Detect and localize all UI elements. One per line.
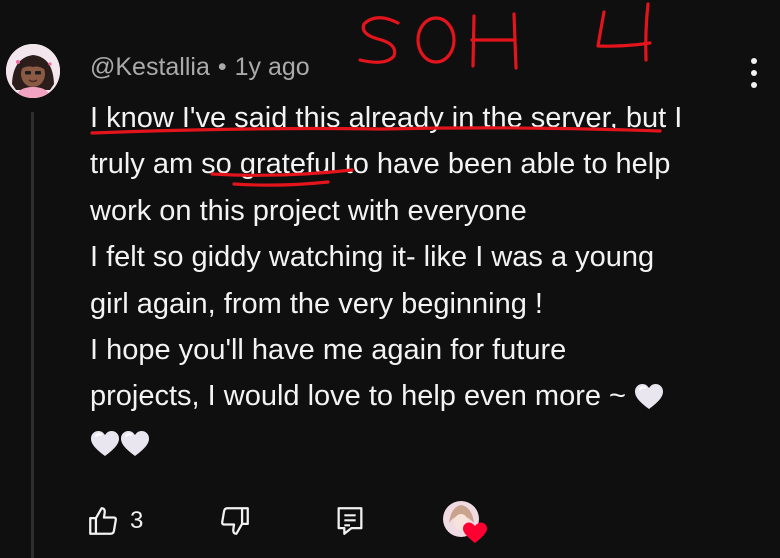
emoji-line bbox=[90, 420, 770, 466]
white-heart-icon bbox=[120, 430, 150, 458]
author-name[interactable]: @Kestallia bbox=[90, 53, 210, 82]
comment-line: I know I've said this already in the ser… bbox=[90, 102, 683, 134]
comment-line: truly am so grateful to have been able t… bbox=[90, 148, 671, 181]
thread-line bbox=[31, 112, 34, 558]
white-heart-icon bbox=[634, 383, 664, 411]
comment-line: I hope you'll have me again for future bbox=[90, 333, 567, 366]
dislike-button[interactable] bbox=[218, 500, 252, 542]
creator-heart-icon[interactable] bbox=[441, 499, 493, 547]
thumbs-up-icon bbox=[89, 507, 117, 535]
comment-line: I felt so giddy watching it- like I was … bbox=[90, 241, 655, 274]
thumbs-down-icon bbox=[221, 507, 249, 535]
white-heart-icon bbox=[90, 430, 120, 458]
avatar[interactable] bbox=[6, 44, 60, 98]
like-count: 3 bbox=[130, 507, 144, 534]
reply-icon bbox=[337, 507, 363, 535]
reply-button[interactable] bbox=[333, 500, 367, 542]
separator-dot: • bbox=[217, 52, 227, 81]
comment-line-last: projects, I would love to help even more… bbox=[90, 373, 770, 419]
comment-line: girl again, from the very beginning ! bbox=[90, 287, 543, 320]
comment-line: projects, I would love to help even more… bbox=[90, 380, 626, 413]
comment-line: work on this project with everyone bbox=[90, 194, 527, 227]
more-vert-icon[interactable] bbox=[744, 56, 764, 90]
comment-body: I know I've said this already in the ser… bbox=[90, 95, 770, 466]
like-button[interactable]: 3 bbox=[86, 500, 143, 542]
comment-header: @Kestallia • 1y ago bbox=[90, 52, 310, 82]
timestamp[interactable]: 1y ago bbox=[235, 53, 310, 82]
